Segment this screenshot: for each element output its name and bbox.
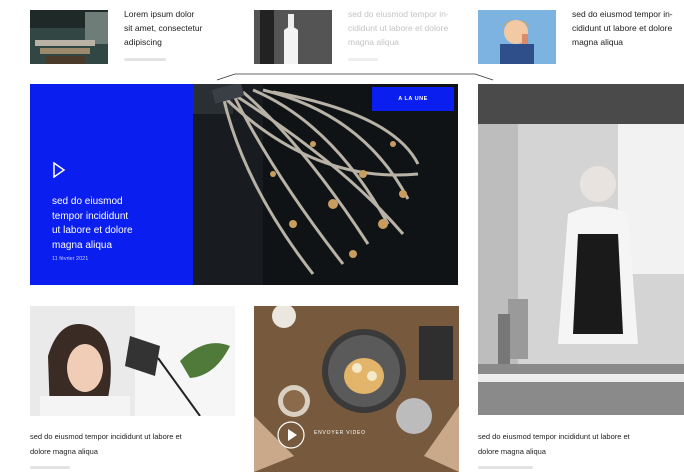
card-pancakes[interactable]: ENVOYER VIDEO (254, 306, 459, 472)
video-overlay-label: ENVOYER VIDEO (314, 430, 366, 436)
play-outline-icon[interactable] (52, 162, 66, 178)
bottom-card-caption-3[interactable]: sed do eiusmod tempor incididunt ut labo… (478, 429, 684, 459)
thumb-desk[interactable] (30, 10, 108, 64)
card-chef[interactable] (478, 84, 684, 415)
feature-card[interactable]: sed do eiusmod tempor incididunt ut labo… (30, 84, 458, 285)
feature-image: A LA UNE (193, 84, 458, 285)
thumb-bottle[interactable] (254, 10, 332, 64)
feature-date: 11 février 2021 (52, 256, 89, 262)
meta-placeholder (348, 58, 378, 61)
chef-image (478, 84, 684, 415)
meta-placeholder (30, 466, 70, 469)
card-woman[interactable] (30, 306, 235, 416)
meta-placeholder (124, 58, 166, 61)
feature-text-panel: sed do eiusmod tempor incididunt ut labo… (30, 84, 193, 285)
top-item-title-1[interactable]: Lorem ipsum dolor sit amet, consectetur … (124, 7, 234, 49)
a-la-une-badge[interactable]: A LA UNE (372, 87, 454, 111)
whisk-image (193, 84, 458, 285)
top-item-title-2[interactable]: sed do eiusmod tempor in- cididunt ut la… (348, 7, 468, 49)
desk-image (30, 10, 108, 64)
top-item-title-3[interactable]: sed do eiusmod tempor in- cididunt ut la… (572, 7, 684, 49)
divider-line (216, 73, 494, 81)
play-circle-icon[interactable] (276, 420, 306, 450)
woman-lamp-image (30, 306, 235, 416)
meta-placeholder (478, 466, 533, 469)
bottom-card-caption-1[interactable]: sed do eiusmod tempor incididunt ut labo… (30, 429, 245, 459)
child-image (478, 10, 556, 64)
feature-title[interactable]: sed do eiusmod tempor incididunt ut labo… (52, 195, 187, 253)
thumb-child[interactable] (478, 10, 556, 64)
bottle-image (254, 10, 332, 64)
